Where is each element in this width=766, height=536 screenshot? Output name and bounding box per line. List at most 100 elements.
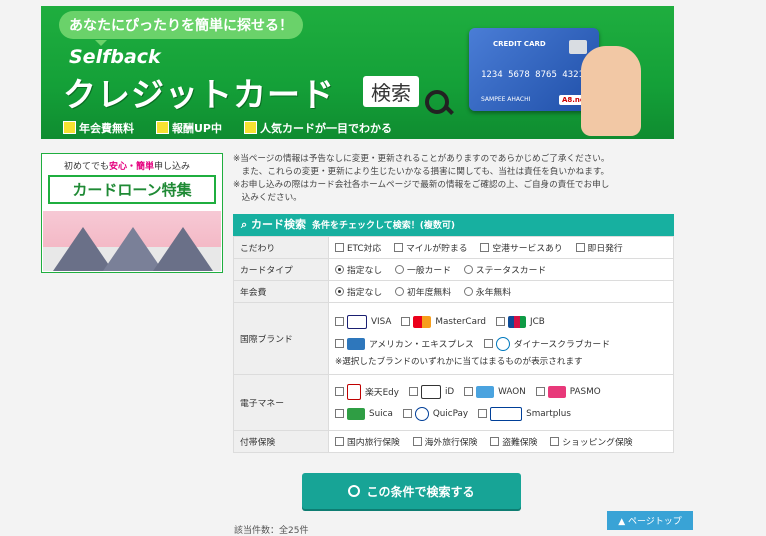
checkbox[interactable] bbox=[490, 436, 500, 446]
edy-icon bbox=[347, 383, 361, 400]
checkbox-suica[interactable]: Suica bbox=[335, 407, 393, 420]
search-icon bbox=[348, 485, 361, 497]
radio-card-type-status[interactable]: ステータスカード bbox=[463, 263, 546, 276]
quicpay-icon bbox=[414, 406, 429, 421]
checkbox-amex[interactable]: アメリカン・エキスプレス bbox=[335, 337, 474, 350]
checkbox[interactable] bbox=[496, 317, 506, 326]
checkbox-visa[interactable]: VISA bbox=[335, 314, 391, 329]
checkbox-domestic-travel[interactable]: 国内旅行保険 bbox=[335, 435, 400, 448]
checkbox-id[interactable]: iD bbox=[408, 384, 454, 399]
row-label: こだわり bbox=[233, 236, 329, 259]
checkbox[interactable] bbox=[550, 436, 560, 446]
page-top-button[interactable]: ▲ ページトップ bbox=[607, 511, 693, 530]
radio[interactable] bbox=[335, 286, 344, 296]
radio-card-type-general[interactable]: 一般カード bbox=[395, 263, 451, 276]
checkbox[interactable] bbox=[408, 387, 418, 396]
checkbox-pasmo[interactable]: PASMO bbox=[535, 385, 601, 398]
feature-item: 人気カードが一目でわかる bbox=[244, 120, 392, 136]
checkbox-same-day[interactable]: 即日発行 bbox=[575, 241, 623, 254]
checkbox[interactable] bbox=[575, 242, 585, 252]
checkbox[interactable] bbox=[464, 387, 474, 396]
card-search-panel: ⌕ カード検索 条件をチェックして検索！(複数可) こだわり ETC対応 マイルが… bbox=[233, 214, 674, 453]
checkbox[interactable] bbox=[335, 242, 344, 252]
checkbox[interactable] bbox=[335, 317, 344, 326]
radio-fee-forever[interactable]: 永年無料 bbox=[463, 285, 511, 298]
checkbox-edy[interactable]: 楽天Edy bbox=[335, 383, 399, 400]
checkbox-quicpay[interactable]: QuicPay bbox=[402, 406, 468, 421]
check-icon bbox=[156, 121, 169, 134]
card-number: 1234 5678 8765 4321 bbox=[481, 70, 584, 80]
radio-card-type-any[interactable]: 指定なし bbox=[335, 263, 382, 276]
brand-hint: ※選択したブランドのいずれかに当てはまるものが表示されます bbox=[335, 356, 583, 367]
checkbox[interactable] bbox=[483, 339, 493, 348]
checkbox-airport[interactable]: 空港サービスあり bbox=[480, 241, 563, 254]
magnifier-icon bbox=[425, 90, 449, 114]
checkbox-etc[interactable]: ETC対応 bbox=[335, 241, 381, 254]
radio[interactable] bbox=[463, 264, 473, 274]
diners-icon bbox=[495, 336, 510, 351]
checkbox[interactable] bbox=[412, 436, 422, 446]
checkbox-diners[interactable]: ダイナースクラブカード bbox=[483, 336, 610, 351]
mastercard-icon bbox=[413, 315, 432, 328]
checkbox-overseas-travel[interactable]: 海外旅行保険 bbox=[412, 435, 477, 448]
checkbox-shopping[interactable]: ショッピング保険 bbox=[550, 435, 633, 448]
checkbox[interactable] bbox=[335, 387, 344, 396]
row-label: 国際ブランド bbox=[233, 302, 329, 375]
checkbox[interactable] bbox=[335, 409, 344, 418]
visa-icon bbox=[347, 314, 367, 329]
row-label: 年会費 bbox=[233, 280, 329, 303]
hero-banner[interactable]: あなたにぴったりを簡単に探せる！ Selfback クレジットカード 検索 CR… bbox=[41, 6, 674, 139]
checkbox-jcb[interactable]: JCB bbox=[496, 315, 545, 328]
banner-brand: Selfback bbox=[69, 46, 161, 68]
check-icon bbox=[63, 121, 76, 134]
checkbox[interactable] bbox=[480, 242, 490, 252]
banner-features: 年会費無料 報酬UP中 人気カードが一目でわかる bbox=[63, 120, 392, 136]
search-icon: ⌕ bbox=[241, 218, 248, 231]
radio[interactable] bbox=[335, 264, 344, 274]
waon-icon bbox=[476, 385, 495, 398]
checkbox[interactable] bbox=[535, 387, 545, 396]
radio[interactable] bbox=[395, 286, 404, 296]
row-label: カードタイプ bbox=[233, 258, 329, 281]
checkbox[interactable] bbox=[401, 317, 411, 326]
checkbox-mile[interactable]: マイルが貯まる bbox=[393, 241, 468, 254]
radio[interactable] bbox=[463, 286, 473, 296]
checkbox-waon[interactable]: WAON bbox=[464, 385, 526, 398]
amex-icon bbox=[347, 337, 365, 350]
card-holder: SAMPEE AHACHI bbox=[481, 96, 531, 103]
suica-icon bbox=[347, 407, 365, 420]
sidebar-headline: カードローン特集 bbox=[48, 175, 216, 204]
checkbox[interactable] bbox=[402, 409, 412, 418]
checkbox[interactable] bbox=[335, 339, 344, 348]
radio-fee-first-year[interactable]: 初年度無料 bbox=[395, 285, 451, 298]
result-count: 該当件数：全25件 bbox=[234, 526, 309, 536]
pasmo-icon bbox=[547, 385, 566, 398]
search-submit-button[interactable]: この条件で検索する bbox=[302, 473, 521, 509]
checkbox-theft[interactable]: 盗難保険 bbox=[490, 435, 537, 448]
hand-illustration bbox=[581, 46, 641, 136]
banner-search-word: 検索 bbox=[363, 76, 419, 107]
chip-icon bbox=[569, 40, 587, 54]
id-icon bbox=[420, 384, 441, 399]
checkbox[interactable] bbox=[335, 436, 344, 446]
row-label: 電子マネー bbox=[233, 374, 329, 431]
checkbox-smartplus[interactable]: Smartplus bbox=[478, 406, 571, 421]
sidebar-lead: 初めてでも安心・簡単申し込み bbox=[64, 162, 191, 172]
checkbox[interactable] bbox=[393, 242, 403, 252]
search-panel-header: ⌕ カード検索 条件をチェックして検索！(複数可) bbox=[233, 214, 674, 236]
feature-item: 年会費無料 bbox=[63, 120, 134, 136]
radio-fee-any[interactable]: 指定なし bbox=[335, 285, 382, 298]
checkbox-mastercard[interactable]: MasterCard bbox=[401, 315, 486, 328]
loan-scene-illustration bbox=[43, 211, 221, 271]
card-label: CREDIT CARD bbox=[493, 40, 546, 48]
row-label: 付帯保険 bbox=[233, 430, 329, 453]
feature-item: 報酬UP中 bbox=[156, 120, 222, 136]
checkbox[interactable] bbox=[478, 409, 488, 418]
smartplus-icon bbox=[490, 406, 523, 421]
jcb-icon bbox=[508, 315, 527, 328]
banner-tagline: あなたにぴったりを簡単に探せる！ bbox=[59, 11, 303, 46]
card-loan-banner[interactable]: 初めてでも安心・簡単申し込み カードローン特集 bbox=[41, 153, 223, 273]
credit-card-illustration: CREDIT CARD 1234 5678 8765 4321 SAMPEE A… bbox=[469, 28, 599, 111]
radio[interactable] bbox=[395, 264, 404, 274]
check-icon bbox=[244, 121, 257, 134]
